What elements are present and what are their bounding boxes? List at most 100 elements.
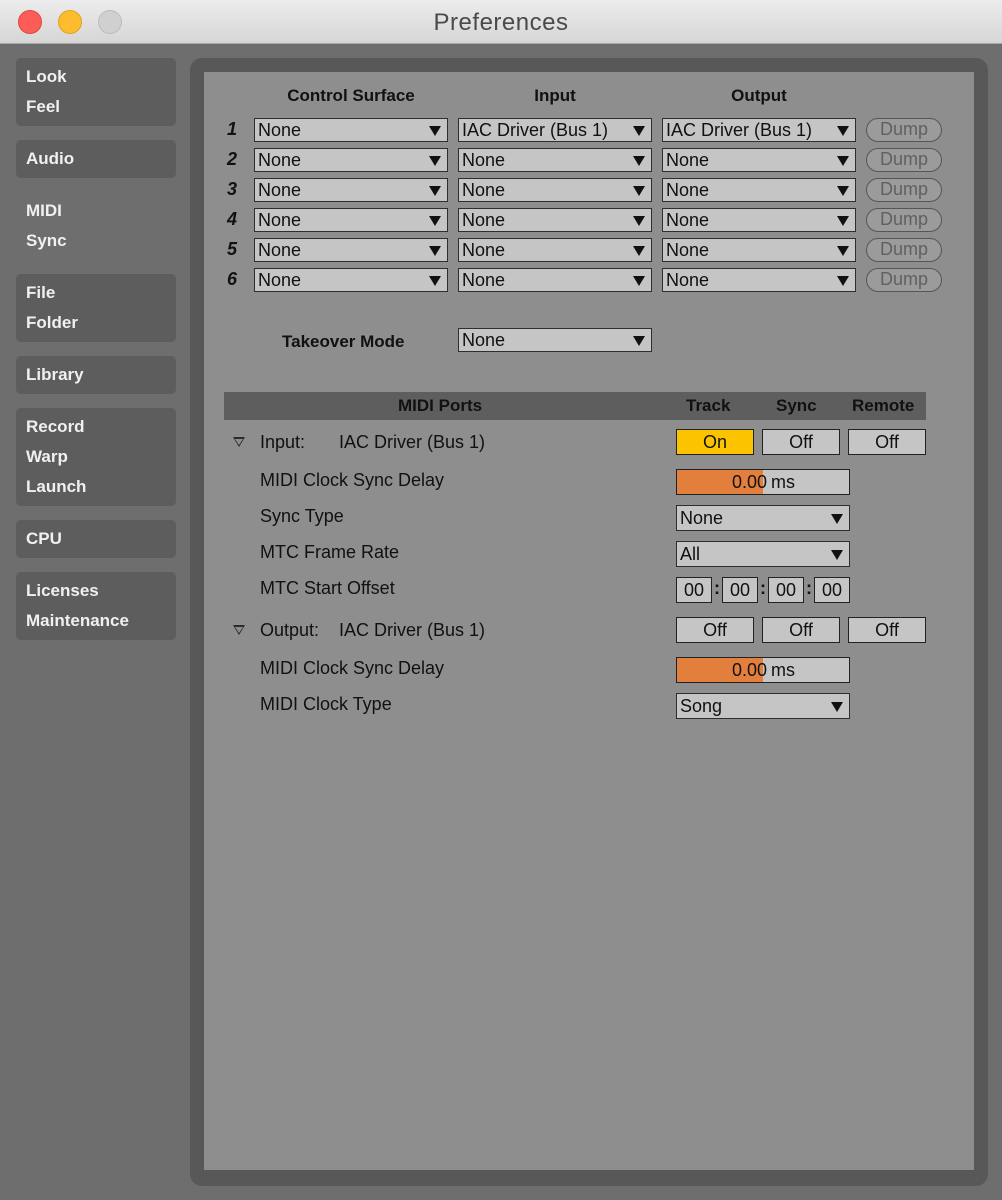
- mtc-frame-rate-value: All: [680, 544, 701, 564]
- tab-licenses-maintenance[interactable]: Licenses Maintenance: [16, 572, 176, 640]
- header-track: Track: [686, 396, 731, 415]
- tab-label: Sync: [26, 231, 67, 250]
- midi-output-dropdown-2[interactable]: None: [662, 148, 856, 172]
- input-sync-toggle[interactable]: Off: [762, 429, 840, 455]
- input-port-kind: Input:: [260, 432, 306, 452]
- midi-input-dropdown-1[interactable]: IAC Driver (Bus 1): [458, 118, 652, 142]
- control-surface-row-number: 1: [226, 119, 237, 139]
- midi-sync-content: Control Surface Input Output 1 None IAC Dr…: [204, 72, 974, 1170]
- preferences-panel: Control Surface Input Output 1 None IAC Dr…: [190, 58, 988, 1186]
- output-track-toggle[interactable]: Off: [676, 617, 754, 643]
- dump-button-1[interactable]: Dump: [866, 118, 942, 142]
- tab-file-folder[interactable]: File Folder: [16, 274, 176, 342]
- midi-input-dropdown-4[interactable]: None: [458, 208, 652, 232]
- tab-label: Licenses: [26, 581, 99, 600]
- control-surface-dropdown-2[interactable]: None: [254, 148, 448, 172]
- midi-output-dropdown-6[interactable]: None: [662, 268, 856, 292]
- output-remote-toggle[interactable]: Off: [848, 617, 926, 643]
- sync-type-dropdown[interactable]: None: [676, 505, 850, 531]
- midi-output-dropdown-1[interactable]: IAC Driver (Bus 1): [662, 118, 856, 142]
- input-track-toggle[interactable]: On: [676, 429, 754, 455]
- timecode-separator: :: [806, 578, 812, 598]
- control-surface-row-number: 4: [226, 209, 237, 229]
- midi-output-value: IAC Driver (Bus 1): [666, 120, 813, 140]
- control-surface-dropdown-4[interactable]: None: [254, 208, 448, 232]
- chevron-down-icon: [837, 126, 849, 136]
- tab-label: Audio: [26, 149, 75, 168]
- takeover-mode-dropdown[interactable]: None: [458, 328, 652, 352]
- dump-button-5[interactable]: Dump: [866, 238, 942, 262]
- output-sync-toggle[interactable]: Off: [762, 617, 840, 643]
- midi-input-dropdown-3[interactable]: None: [458, 178, 652, 202]
- tab-library[interactable]: Library: [16, 356, 176, 394]
- mtc-frame-rate-dropdown[interactable]: All: [676, 541, 850, 567]
- tab-cpu[interactable]: CPU: [16, 520, 176, 558]
- mtc-offset-seconds-field[interactable]: 00: [768, 577, 804, 603]
- control-surface-value: None: [258, 210, 302, 230]
- chevron-down-icon: [429, 276, 441, 286]
- control-surface-dropdown-5[interactable]: None: [254, 238, 448, 262]
- tab-look-feel[interactable]: Look Feel: [16, 58, 176, 126]
- midi-output-dropdown-5[interactable]: None: [662, 238, 856, 262]
- dump-button-6[interactable]: Dump: [866, 268, 942, 292]
- midi-output-dropdown-3[interactable]: None: [662, 178, 856, 202]
- control-surface-value: None: [258, 150, 302, 170]
- midi-input-dropdown-5[interactable]: None: [458, 238, 652, 262]
- midi-input-value: None: [462, 180, 506, 200]
- control-surface-row-number: 5: [226, 239, 237, 259]
- header-remote: Remote: [852, 396, 915, 415]
- midi-input-dropdown-6[interactable]: None: [458, 268, 652, 292]
- takeover-mode-value: None: [462, 330, 506, 350]
- midi-output-value: None: [666, 240, 710, 260]
- tab-label: Maintenance: [26, 611, 129, 630]
- dump-button-4[interactable]: Dump: [866, 208, 942, 232]
- midi-clock-type-label: MIDI Clock Type: [260, 694, 392, 714]
- dump-button-2[interactable]: Dump: [866, 148, 942, 172]
- chevron-down-icon: [633, 336, 645, 346]
- mtc-offset-minutes-field[interactable]: 00: [722, 577, 758, 603]
- output-port-device: IAC Driver (Bus 1): [339, 620, 486, 640]
- chevron-down-icon: [429, 156, 441, 166]
- control-surface-row-number: 2: [226, 149, 237, 169]
- chevron-down-icon: [633, 276, 645, 286]
- midi-input-value: None: [462, 150, 506, 170]
- mtc-offset-frames-field[interactable]: 00: [814, 577, 850, 603]
- collapse-output-icon[interactable]: [233, 625, 245, 635]
- chevron-down-icon: [633, 156, 645, 166]
- takeover-mode-label: Takeover Mode: [282, 332, 405, 351]
- control-surface-value: None: [258, 240, 302, 260]
- tab-record-warp-launch[interactable]: Record Warp Launch: [16, 408, 176, 506]
- midi-input-dropdown-2[interactable]: None: [458, 148, 652, 172]
- collapse-input-icon[interactable]: [233, 437, 245, 447]
- dump-button-3[interactable]: Dump: [866, 178, 942, 202]
- tab-midi-sync[interactable]: MIDI Sync: [16, 192, 194, 260]
- midi-output-value: None: [666, 270, 710, 290]
- input-remote-toggle[interactable]: Off: [848, 429, 926, 455]
- control-surface-dropdown-1[interactable]: None: [254, 118, 448, 142]
- sync-type-label: Sync Type: [260, 506, 344, 526]
- input-clock-delay-value: 0.00: [731, 472, 767, 492]
- header-sync: Sync: [776, 396, 817, 415]
- tab-label: Folder: [26, 313, 78, 332]
- tab-label: Feel: [26, 97, 61, 116]
- midi-output-dropdown-4[interactable]: None: [662, 208, 856, 232]
- input-clock-delay-slider[interactable]: 0.00 ms: [676, 469, 850, 495]
- midi-output-value: None: [666, 150, 710, 170]
- tab-label: CPU: [26, 529, 62, 548]
- output-clock-delay-slider[interactable]: 0.00 ms: [676, 657, 850, 683]
- control-surface-dropdown-6[interactable]: None: [254, 268, 448, 292]
- midi-input-value: None: [462, 210, 506, 230]
- tab-label: Launch: [26, 477, 87, 496]
- input-clock-delay-label: MIDI Clock Sync Delay: [260, 470, 445, 490]
- midi-ports-header: MIDI Ports Track Sync Remote: [224, 392, 926, 420]
- tab-audio[interactable]: Audio: [16, 140, 176, 178]
- control-surface-dropdown-3[interactable]: None: [254, 178, 448, 202]
- output-port-kind: Output:: [260, 620, 320, 640]
- preferences-sidebar: Look Feel Audio MIDI Sync File Folder Li…: [0, 44, 194, 1200]
- header-control-surface: Control Surface: [287, 86, 415, 105]
- midi-clock-type-dropdown[interactable]: Song: [676, 693, 850, 719]
- tab-label: File: [26, 283, 56, 302]
- control-surface-row-number: 6: [226, 269, 237, 289]
- mtc-offset-hours-field[interactable]: 00: [676, 577, 712, 603]
- control-surface-value: None: [258, 180, 302, 200]
